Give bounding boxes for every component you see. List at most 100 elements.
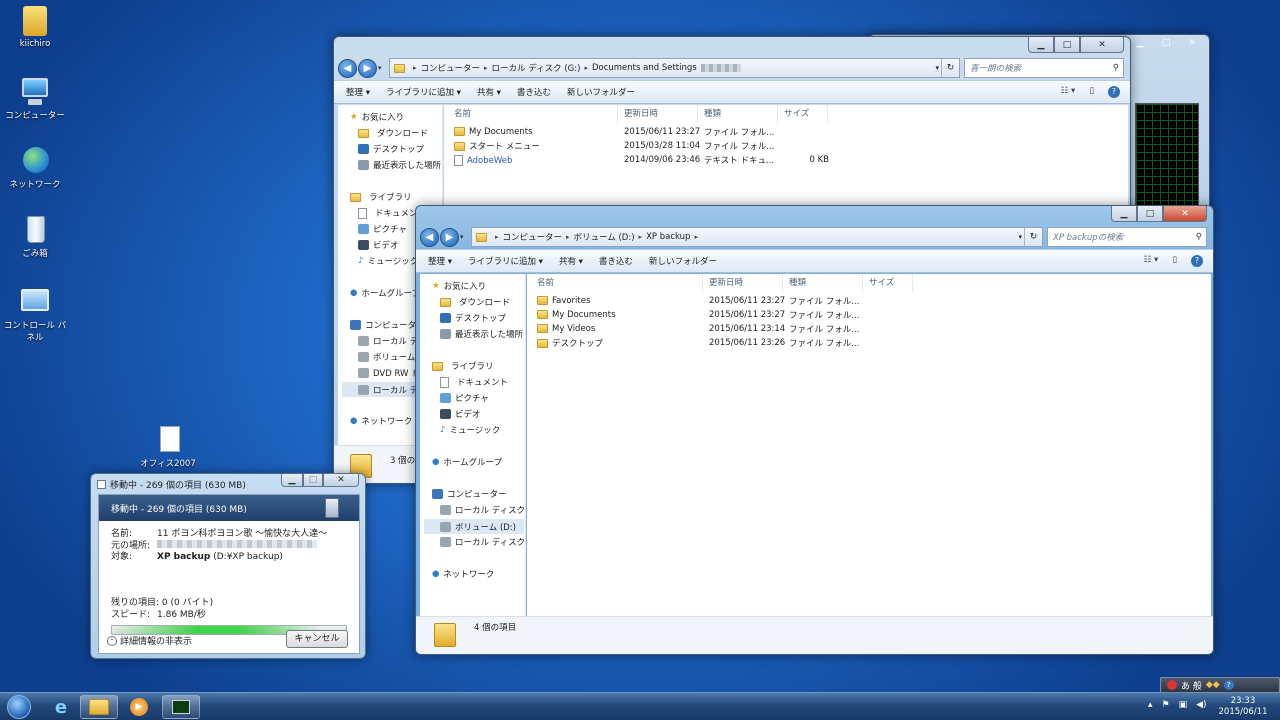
cancel-button[interactable]: キャンセル — [286, 630, 348, 648]
details-toggle[interactable]: ⌃ 詳細情報の非表示 — [107, 634, 192, 647]
new-folder-button[interactable]: 新しいフォルダー — [649, 255, 717, 267]
nav-drive[interactable]: ローカル ディスク ( — [440, 536, 525, 548]
desktop-icon-control-panel[interactable]: コントロール パネル — [0, 286, 70, 344]
burn-button[interactable]: 書き込む — [517, 86, 551, 98]
share-menu[interactable]: 共有 ▾ — [477, 86, 501, 98]
file-row[interactable]: My Documents 2015/06/11 23:27 ファイル フォル..… — [537, 308, 869, 322]
column-size[interactable]: サイズ — [778, 105, 828, 123]
nav-music[interactable]: ♪ ミュージック — [358, 255, 418, 267]
nav-drive[interactable]: ボリューム ( — [358, 351, 421, 363]
move-progress-dialog[interactable]: 移動中 - 269 個の項目 (630 MB) ▁ □ ✕ 移動中 - 269 … — [90, 473, 366, 659]
nav-dvd-drive[interactable]: DVD RW ド — [358, 367, 420, 379]
nav-drive[interactable]: ローカル ディスク ( — [440, 504, 525, 516]
file-row[interactable]: AdobeWeb 2014/09/06 23:46 テキスト ドキュ... 0 … — [454, 153, 829, 167]
desktop-icon-office2007[interactable]: オフィス2007 — [133, 424, 203, 470]
nav-desktop[interactable]: デスクトップ — [440, 312, 506, 324]
recent-pages-dropdown[interactable]: ▾ — [460, 233, 468, 241]
file-row[interactable]: Favorites 2015/06/11 23:27 ファイル フォル... — [537, 294, 869, 308]
nav-computer[interactable]: コンピューター — [350, 319, 425, 331]
clock[interactable]: 23:33 2015/06/11 — [1212, 696, 1274, 718]
column-date[interactable]: 更新日時 — [618, 105, 698, 123]
maximize-button[interactable]: □ — [1153, 35, 1179, 51]
column-name[interactable]: 名前 — [531, 274, 703, 292]
search-icon[interactable]: ⚲ — [1113, 63, 1119, 73]
file-row[interactable]: My Documents 2015/06/11 23:27 ファイル フォル..… — [454, 125, 784, 139]
action-center-flag-icon[interactable]: ⚑ — [1162, 700, 1170, 710]
nav-recent-places[interactable]: 最近表示した場所 — [440, 328, 523, 340]
desktop-icon-network[interactable]: ネットワーク — [0, 145, 70, 191]
network-status-icon[interactable]: ▣ — [1179, 700, 1188, 710]
address-dropdown-icon[interactable]: ▾ — [935, 64, 939, 72]
close-button[interactable]: ✕ — [323, 474, 359, 487]
taskbar-media-player[interactable]: ▶ — [120, 695, 158, 719]
share-menu[interactable]: 共有 ▾ — [559, 255, 583, 267]
nav-pictures[interactable]: ピクチャ — [440, 392, 489, 404]
start-button[interactable] — [2, 695, 36, 719]
back-button[interactable]: ◀ — [420, 227, 439, 247]
column-size[interactable]: サイズ — [863, 274, 913, 292]
nav-downloads[interactable]: ダウンロード — [440, 296, 510, 308]
add-to-library-menu[interactable]: ライブラリに追加 ▾ — [468, 255, 543, 267]
search-input[interactable]: 喜一朗の検索 ⚲ — [964, 58, 1124, 78]
minimize-button[interactable]: ▁ — [1028, 37, 1054, 53]
column-type[interactable]: 種類 — [783, 274, 863, 292]
file-row[interactable]: My Videos 2015/06/11 23:14 ファイル フォル... — [537, 322, 869, 336]
address-dropdown-icon[interactable]: ▾ — [1018, 233, 1022, 241]
ime-mode[interactable]: あ 般 — [1181, 679, 1202, 692]
nav-libraries[interactable]: ライブラリ — [432, 360, 494, 372]
organize-menu[interactable]: 整理 ▾ — [428, 255, 452, 267]
help-icon[interactable]: ? — [1191, 255, 1203, 267]
close-button[interactable]: ✕ — [1163, 206, 1207, 222]
ime-bar[interactable]: あ 般 ◆◆ ? — [1160, 677, 1280, 693]
breadcrumb-item[interactable]: ローカル ディスク (G:) — [492, 62, 581, 74]
help-icon[interactable]: ? — [1108, 86, 1120, 98]
breadcrumb-item[interactable]: Documents and Settings — [592, 63, 697, 73]
preview-pane-icon[interactable]: ▯ — [1172, 255, 1177, 267]
add-to-library-menu[interactable]: ライブラリに追加 ▾ — [386, 86, 461, 98]
nav-recent-places[interactable]: 最近表示した場所 — [358, 159, 441, 171]
search-input[interactable]: XP backupの検索 ⚲ — [1047, 227, 1207, 247]
explorer-window-d[interactable]: ▁ □ ✕ ◀ ▶ ▾ ▸ コンピューター ▸ ボリューム (D:) ▸ XP … — [415, 205, 1214, 655]
taskbar-explorer[interactable] — [80, 695, 118, 719]
preview-pane-icon[interactable]: ▯ — [1089, 86, 1094, 98]
nav-music[interactable]: ♪ ミュージック — [440, 424, 500, 436]
recent-pages-dropdown[interactable]: ▾ — [378, 64, 386, 72]
desktop-icon-recycle-bin[interactable]: ごみ箱 — [0, 214, 70, 260]
nav-favorites[interactable]: ★ お気に入り — [350, 111, 404, 123]
volume-icon[interactable]: ◀) — [1196, 700, 1206, 710]
breadcrumb-item[interactable]: XP backup — [646, 232, 690, 242]
close-button[interactable]: ✕ — [1179, 35, 1205, 51]
nav-homegroup[interactable]: ● ホームグループ — [350, 287, 420, 299]
nav-favorites[interactable]: ★ お気に入り — [432, 280, 486, 292]
nav-libraries[interactable]: ライブラリ — [350, 191, 412, 203]
nav-desktop[interactable]: デスクトップ — [358, 143, 424, 155]
nav-pictures[interactable]: ピクチャ — [358, 223, 407, 235]
address-bar[interactable]: ▸ コンピューター ▸ ボリューム (D:) ▸ XP backup ▸ ▾ ↻ — [471, 227, 1043, 247]
burn-button[interactable]: 書き込む — [599, 255, 633, 267]
forward-button[interactable]: ▶ — [358, 58, 377, 78]
refresh-icon[interactable]: ↻ — [1024, 228, 1042, 246]
refresh-icon[interactable]: ↻ — [941, 59, 959, 77]
nav-drive-selected[interactable]: ボリューム (D:) — [424, 519, 524, 534]
address-bar[interactable]: ▸ コンピューター ▸ ローカル ディスク (G:) ▸ Documents a… — [389, 58, 960, 78]
nav-computer[interactable]: コンピューター — [432, 488, 507, 500]
taskbar-task-manager[interactable] — [162, 695, 200, 719]
search-icon[interactable]: ⚲ — [1196, 232, 1202, 242]
taskbar-internet-explorer[interactable]: e — [42, 695, 80, 719]
nav-network[interactable]: ● ネットワーク — [350, 415, 412, 427]
forward-button[interactable]: ▶ — [440, 227, 459, 247]
close-button[interactable]: ✕ — [1080, 37, 1124, 53]
nav-homegroup[interactable]: ● ホームグループ — [432, 456, 502, 468]
view-options-icon[interactable]: ☷ ▾ — [1061, 86, 1076, 98]
minimize-button[interactable]: ▁ — [1111, 206, 1137, 222]
maximize-button[interactable]: □ — [1054, 37, 1080, 53]
show-hidden-icons-icon[interactable]: ▴ — [1148, 700, 1153, 710]
nav-videos[interactable]: ビデオ — [440, 408, 481, 420]
view-options-icon[interactable]: ☷ ▾ — [1144, 255, 1159, 267]
organize-menu[interactable]: 整理 ▾ — [346, 86, 370, 98]
breadcrumb-item[interactable]: ボリューム (D:) — [574, 231, 635, 243]
back-button[interactable]: ◀ — [338, 58, 357, 78]
minimize-button[interactable]: ▁ — [281, 474, 303, 487]
nav-documents[interactable]: ドキュメント — [440, 376, 508, 388]
new-folder-button[interactable]: 新しいフォルダー — [567, 86, 635, 98]
